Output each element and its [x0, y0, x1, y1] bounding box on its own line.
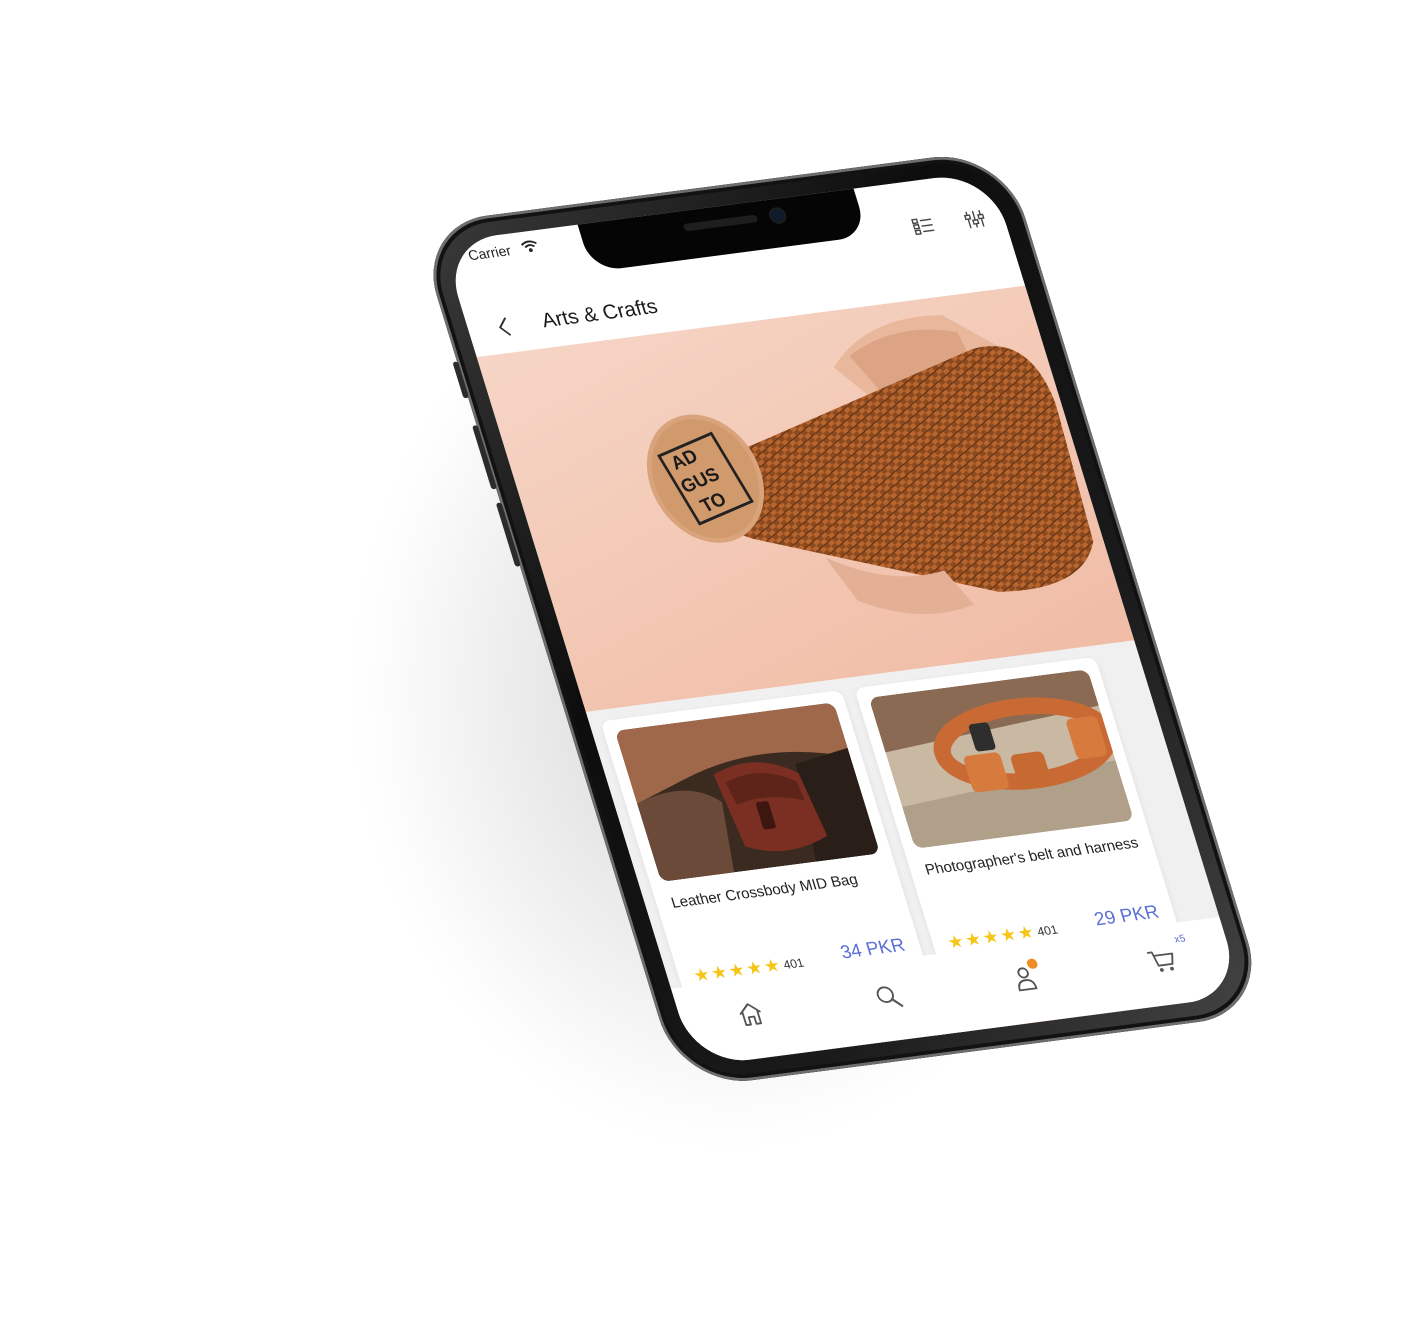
device-mockup-stage: Carrier Arts & Crafts AD GUS TO Leather … — [0, 0, 1405, 1319]
hero-banner[interactable]: AD GUS TO — [476, 285, 1135, 712]
star-icon: ★ — [761, 955, 783, 977]
speaker-grille — [682, 214, 759, 232]
page-title: Arts & Crafts — [538, 294, 661, 332]
carrier-label: Carrier — [466, 243, 514, 265]
product-image — [868, 669, 1135, 849]
wifi-icon — [520, 240, 537, 252]
cart-icon[interactable]: x5 — [1137, 933, 1187, 981]
profile-icon[interactable] — [1000, 958, 1048, 999]
home-icon[interactable] — [726, 994, 774, 1035]
chevron-left-icon[interactable] — [489, 313, 521, 342]
filter-sliders-icon[interactable] — [959, 206, 990, 233]
hero-image-wicker-bottle: AD GUS TO — [646, 315, 1094, 615]
review-count: 401 — [1035, 922, 1060, 939]
search-icon[interactable] — [863, 976, 911, 1017]
cart-count-badge: x5 — [1172, 933, 1187, 946]
front-camera-icon — [769, 208, 787, 223]
product-image — [614, 702, 881, 882]
list-view-icon[interactable] — [908, 213, 939, 240]
review-count: 401 — [781, 955, 806, 972]
star-icon: ★ — [1015, 922, 1037, 944]
